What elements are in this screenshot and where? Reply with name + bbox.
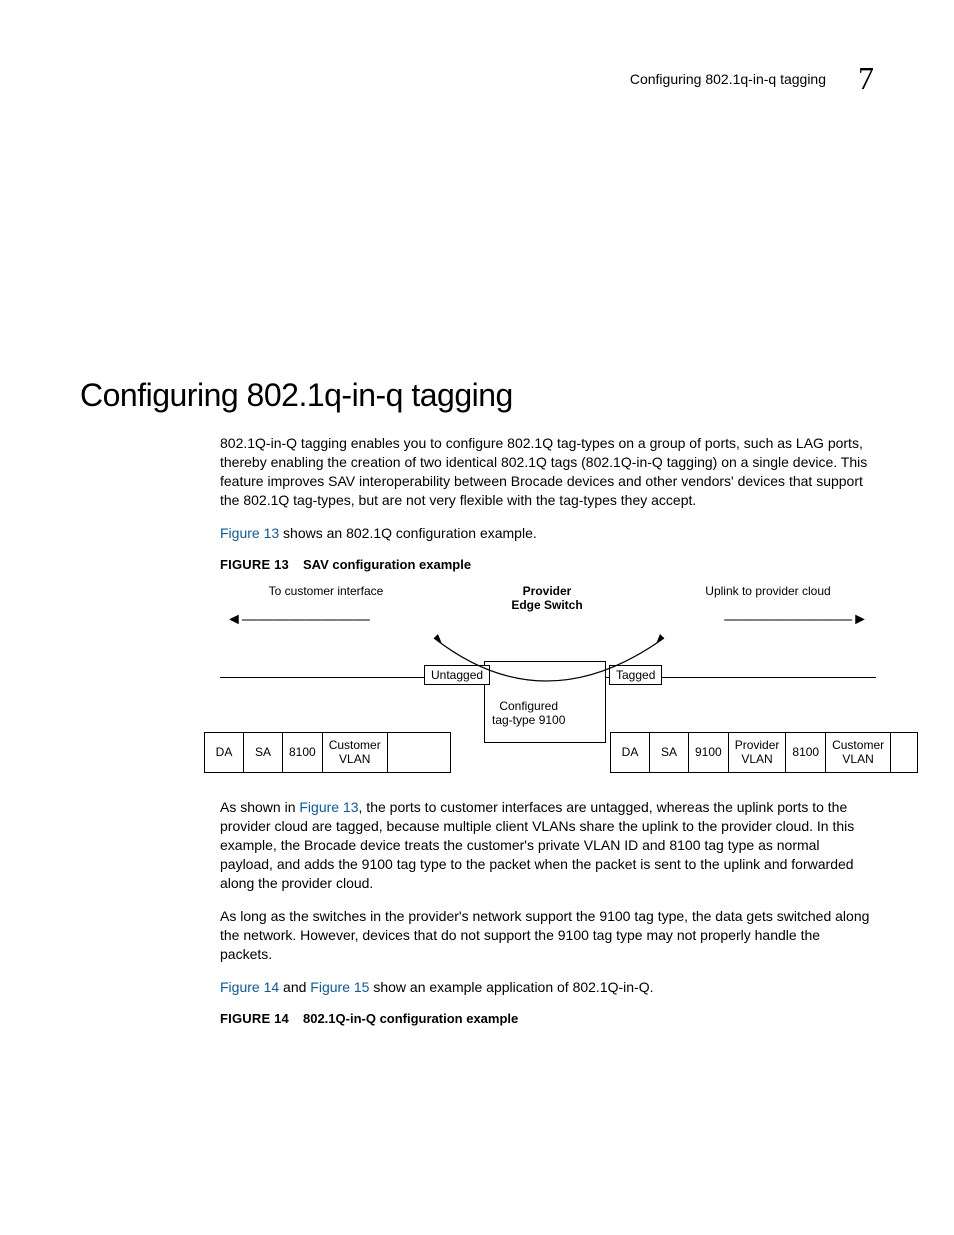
diag-center-label: Provider Edge Switch (477, 584, 617, 612)
text: and (279, 979, 310, 995)
text: shows an 802.1Q configuration example. (279, 525, 537, 541)
figure-caption: SAV configuration example (303, 557, 471, 572)
sav-diagram: To customer interface Provider Edge Swit… (220, 584, 874, 784)
paragraph: As long as the switches in the provider'… (220, 907, 874, 964)
figure-caption: 802.1Q-in-Q configuration example (303, 1011, 518, 1026)
configured-tag-label: Configured tag-type 9100 (492, 700, 565, 726)
figure-ref-link[interactable]: Figure 15 (310, 979, 369, 995)
figure-caption-line: FIGURE 13 SAV configuration example (220, 556, 874, 574)
paragraph: As shown in Figure 13, the ports to cust… (220, 798, 874, 892)
page-title: Configuring 802.1q-in-q tagging (80, 377, 874, 414)
header-section-title: Configuring 802.1q-in-q tagging (630, 71, 826, 87)
paragraph: 802.1Q-in-Q tagging enables you to confi… (220, 434, 874, 510)
packet-tagged: DA SA 9100 ProviderVLAN 8100 CustomerVLA… (610, 732, 918, 772)
page: Configuring 802.1q-in-q tagging 7 Config… (0, 0, 954, 1098)
text: show an example application of 802.1Q-in… (369, 979, 653, 995)
running-header: Configuring 802.1q-in-q tagging 7 (80, 60, 874, 97)
figure-ref-link[interactable]: Figure 14 (220, 979, 279, 995)
arrow-right-icon: ————————► (724, 614, 868, 627)
body-content: 802.1Q-in-Q tagging enables you to confi… (220, 434, 874, 1028)
config-arrow-icon (394, 634, 704, 704)
diag-left-label: To customer interface (226, 584, 426, 598)
paragraph: Figure 14 and Figure 15 show an example … (220, 978, 874, 997)
figure-ref-link[interactable]: Figure 13 (299, 799, 358, 815)
diag-right-label: Uplink to provider cloud (668, 584, 868, 598)
figure-caption-line: FIGURE 14 802.1Q-in-Q configuration examp… (220, 1010, 874, 1028)
chapter-number: 7 (858, 60, 874, 97)
packet-untagged: DA SA 8100 CustomerVLAN (204, 732, 451, 772)
paragraph: Figure 13 shows an 802.1Q configuration … (220, 524, 874, 543)
text: As shown in (220, 799, 299, 815)
arrow-left-icon: ◄———————— (226, 614, 370, 627)
figure-label: FIGURE 14 (220, 1011, 289, 1026)
figure-label: FIGURE 13 (220, 557, 289, 572)
figure-ref-link[interactable]: Figure 13 (220, 525, 279, 541)
